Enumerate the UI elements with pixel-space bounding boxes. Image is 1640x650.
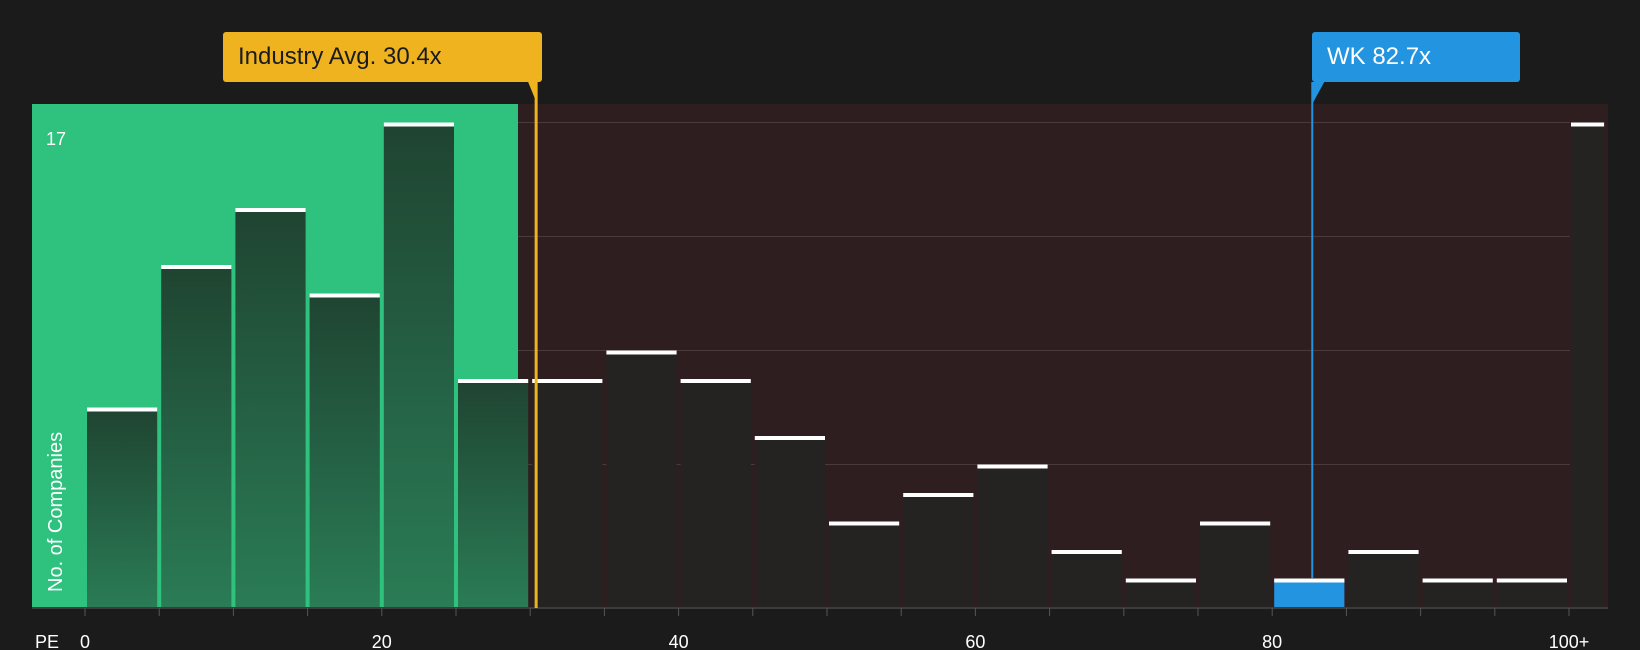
industry-avg-callout: Industry Avg. 30.4x [223, 32, 542, 82]
bar-top-marker [1348, 550, 1419, 554]
histogram-bar [1348, 551, 1419, 608]
bar-top-marker [754, 436, 825, 440]
bar-top-marker [1125, 578, 1196, 583]
histogram-bar [829, 522, 900, 608]
x-tick-label: 100+ [1549, 632, 1590, 650]
histogram-bar [754, 437, 825, 608]
histogram-bar [87, 408, 158, 608]
bar-top-marker [309, 293, 380, 298]
bar-top-marker [606, 350, 677, 355]
company-callout-pointer [1312, 82, 1325, 104]
histogram-bar [1274, 579, 1345, 608]
bar-top-marker [458, 379, 529, 383]
bar-top-marker [829, 521, 900, 526]
histogram-bar [1125, 579, 1196, 608]
x-tick-label: 60 [965, 632, 985, 650]
bar-top-marker [1051, 550, 1122, 554]
x-tick-label: 80 [1262, 632, 1282, 650]
bar-top-marker [532, 379, 603, 383]
bar-top-marker [1200, 521, 1271, 526]
x-tick-label: 20 [372, 632, 392, 650]
x-tick-label: 40 [669, 632, 689, 650]
bar-top-marker [161, 265, 232, 269]
histogram-bar [977, 465, 1048, 608]
bar-top-marker [235, 208, 306, 212]
bar-top-marker [1496, 578, 1567, 583]
pe-distribution-chart: 0 20 40 60 80 100+ 17 No. of Companies PE Ind… [0, 0, 1640, 650]
histogram-bar [458, 380, 529, 608]
histogram-bar [235, 209, 306, 608]
bar-top-marker [1571, 122, 1605, 127]
x-axis-label: PE [35, 632, 59, 650]
histogram-bar [1051, 551, 1122, 608]
bar-top-marker [903, 493, 974, 497]
chart-canvas: 0 20 40 60 80 100+ 17 No. of Companies PE [32, 82, 1608, 650]
histogram-bar [161, 266, 232, 608]
histogram-bar [606, 351, 677, 608]
industry-callout-pointer [528, 82, 538, 104]
histogram-bar [1571, 123, 1605, 608]
bar-top-marker [1274, 578, 1345, 583]
histogram-bar [680, 380, 751, 608]
bar-top-marker [680, 379, 751, 383]
histogram-bar [1422, 579, 1493, 608]
company-pe-callout: WK 82.7x [1312, 32, 1520, 82]
histogram-bar [309, 294, 380, 608]
histogram-bar [1496, 579, 1567, 608]
bar-top-marker [977, 464, 1048, 469]
histogram-bar [383, 123, 454, 608]
histogram-bar [1200, 522, 1271, 608]
bar-top-marker [87, 407, 158, 412]
histogram-bar [532, 380, 603, 608]
histogram-bar [903, 494, 974, 608]
y-max-label: 17 [46, 129, 66, 149]
bar-top-marker [383, 122, 454, 127]
bar-top-marker [1422, 578, 1493, 583]
x-tick-label: 0 [80, 632, 90, 650]
y-axis-label: No. of Companies [45, 432, 67, 592]
